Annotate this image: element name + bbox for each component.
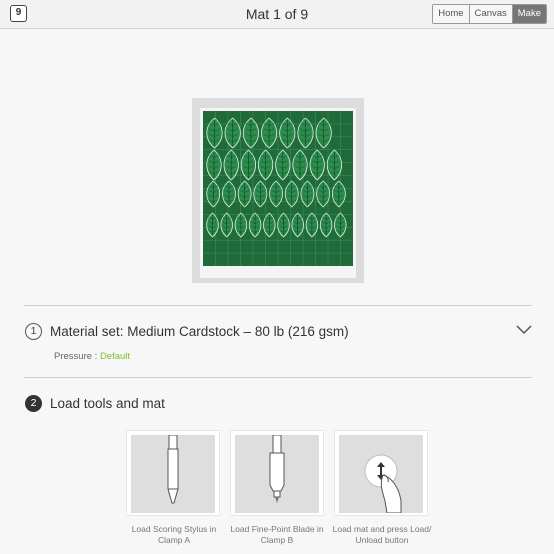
load-mat-card bbox=[334, 430, 428, 516]
load-mat-caption: Load mat and press Load/ Unload button bbox=[332, 524, 432, 545]
scoring-stylus-caption: Load Scoring Stylus in Clamp A bbox=[131, 524, 217, 545]
chevron-down-icon[interactable] bbox=[516, 325, 532, 335]
pressure-label: Pressure : bbox=[54, 351, 98, 362]
pressure-setting: Pressure : Default bbox=[54, 351, 130, 362]
nav-home-button[interactable]: Home bbox=[433, 5, 469, 23]
nav-canvas-button[interactable]: Canvas bbox=[468, 5, 512, 23]
step-1-number: 1 bbox=[25, 323, 42, 340]
fine-point-blade-image bbox=[235, 434, 319, 513]
fine-point-blade-icon bbox=[269, 434, 285, 503]
step-2-number: 2 bbox=[25, 395, 42, 412]
divider bbox=[24, 377, 532, 378]
mat-preview[interactable] bbox=[192, 98, 364, 283]
fine-point-blade-card bbox=[230, 430, 324, 516]
nav-make-button[interactable]: Make bbox=[511, 5, 546, 23]
fine-point-blade-caption: Load Fine-Point Blade in Clamp B bbox=[230, 524, 324, 545]
material-set-title[interactable]: Material set: Medium Cardstock – 80 lb (… bbox=[50, 324, 349, 339]
load-unload-button-icon bbox=[364, 454, 402, 514]
scoring-stylus-icon bbox=[167, 434, 179, 504]
load-mat-image bbox=[339, 435, 423, 514]
pressure-value-link[interactable]: Default bbox=[100, 351, 130, 362]
top-bar: 9 Mat 1 of 9 Home Canvas Make bbox=[0, 0, 554, 29]
load-tools-title: Load tools and mat bbox=[50, 396, 165, 411]
mat-preview-graphic bbox=[200, 108, 356, 278]
scoring-stylus-image bbox=[131, 434, 215, 513]
scoring-stylus-card bbox=[126, 430, 220, 516]
divider bbox=[24, 305, 532, 306]
nav-segmented-control: Home Canvas Make bbox=[432, 4, 547, 24]
